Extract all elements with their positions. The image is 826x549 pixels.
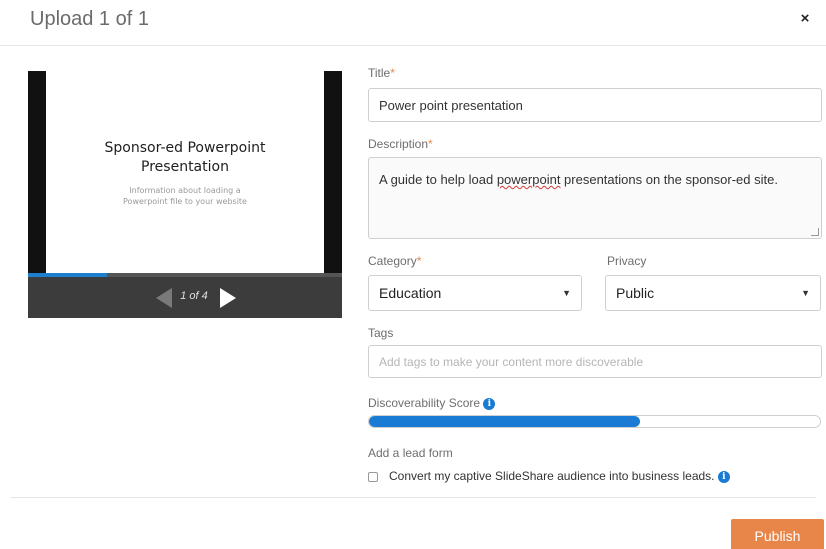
privacy-label: Privacy (607, 254, 647, 268)
description-textarea[interactable]: A guide to help load powerpoint presenta… (368, 157, 822, 239)
slide-subtitle: Information about loading a Powerpoint f… (46, 185, 324, 207)
score-label-text: Discoverability Score (368, 396, 481, 410)
page-indicator: 1 of 4 (180, 290, 208, 302)
description-text-end: presentations on the sponsor-ed site. (560, 172, 778, 187)
description-label-text: Description (368, 137, 429, 151)
title-input[interactable]: Power point presentation (368, 88, 822, 122)
privacy-value: Public (616, 285, 655, 301)
category-select[interactable]: Education ▼ (368, 275, 582, 311)
next-slide-icon[interactable] (220, 288, 236, 308)
score-label: Discoverability Score i (368, 396, 496, 410)
slide-subtitle-line: Information about loading a (129, 186, 241, 195)
privacy-select[interactable]: Public ▼ (605, 275, 821, 311)
resize-handle[interactable] (811, 228, 819, 236)
slide-controls: 1 of 4 (28, 277, 342, 318)
chevron-down-icon: ▼ (562, 288, 571, 298)
slide-title-line: Sponsor-ed Powerpoint (104, 140, 266, 156)
title-label: Title* (368, 66, 395, 80)
tags-label: Tags (368, 326, 394, 340)
category-label-text: Category (368, 254, 417, 268)
description-text-start: A guide to help load (379, 172, 497, 187)
lead-form-checkbox-text: Convert my captive SlideShare audience i… (389, 469, 715, 483)
chevron-down-icon: ▼ (801, 288, 810, 298)
dialog-header: Upload 1 of 1 × (0, 0, 826, 46)
lead-form-checkbox-label: Convert my captive SlideShare audience i… (389, 469, 730, 483)
close-icon[interactable]: × (796, 10, 814, 28)
footer-divider (10, 497, 816, 498)
lead-form-checkbox[interactable] (368, 472, 378, 482)
spellcheck-word: powerpoint (496, 172, 561, 187)
slide-preview[interactable]: Sponsor-ed Powerpoint Presentation Infor… (28, 71, 342, 318)
info-icon[interactable]: i (483, 397, 496, 410)
category-value: Education (379, 285, 442, 301)
lead-form-label: Add a lead form (368, 446, 453, 460)
slide-title-line: Presentation (141, 159, 229, 175)
dialog-title: Upload 1 of 1 (30, 8, 149, 30)
description-label: Description* (368, 137, 433, 151)
prev-slide-icon[interactable] (156, 288, 172, 308)
required-mark: * (390, 66, 395, 80)
info-icon[interactable]: i (717, 470, 730, 483)
description-text: A guide to help load powerpoint presenta… (379, 170, 778, 190)
required-mark: * (428, 137, 433, 151)
slide-subtitle-line: Powerpoint file to your website (123, 197, 247, 206)
title-label-text: Title (368, 66, 391, 80)
required-mark: * (416, 254, 422, 268)
category-label: Category* (368, 254, 421, 268)
tags-input[interactable]: Add tags to make your content more disco… (368, 345, 822, 378)
discoverability-fill (369, 416, 640, 427)
slide-title: Sponsor-ed Powerpoint Presentation (46, 139, 324, 177)
discoverability-meter (368, 415, 821, 428)
publish-button[interactable]: Publish (731, 519, 824, 549)
slide-canvas: Sponsor-ed Powerpoint Presentation Infor… (46, 71, 324, 273)
